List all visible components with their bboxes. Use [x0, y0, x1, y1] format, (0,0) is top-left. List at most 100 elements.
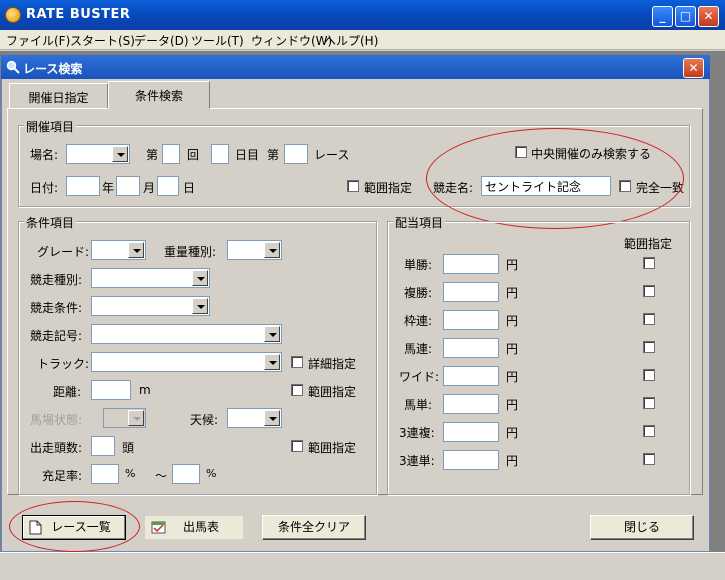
menu-help[interactable]: ヘルプ(H) [324, 32, 378, 49]
year-input[interactable] [66, 176, 100, 196]
payout-input[interactable] [443, 282, 499, 302]
menu-tools[interactable]: ツール(T) [191, 32, 244, 49]
yen-unit: 円 [506, 426, 519, 440]
chevron-down-icon[interactable] [128, 242, 144, 258]
kai-input[interactable] [162, 144, 180, 164]
payout-range-checkbox[interactable] [643, 313, 655, 325]
payout-input[interactable] [443, 310, 499, 330]
race-condition-select[interactable] [91, 296, 210, 316]
payout-input[interactable] [443, 422, 499, 442]
status-bar [0, 552, 725, 580]
day-input[interactable] [157, 176, 179, 196]
payout-range-checkbox[interactable] [643, 369, 655, 381]
weather-label: 天候: [190, 413, 219, 427]
tab-date[interactable]: 開催日指定 [9, 83, 108, 108]
payout-row-label: 3連複: [399, 426, 435, 440]
race-condition-label: 競走条件: [30, 301, 83, 315]
child-title: レース検索 [23, 62, 83, 76]
payout-input[interactable] [443, 366, 499, 386]
detail-spec-checkbox[interactable] [291, 356, 303, 368]
payout-row-label: 単勝: [404, 258, 433, 272]
kaisai-legend: 開催項目 [24, 118, 77, 135]
race-number-input[interactable] [284, 144, 308, 164]
runners-input[interactable] [91, 436, 115, 456]
chevron-down-icon[interactable] [112, 146, 128, 162]
menu-start[interactable]: スタート(S) [70, 32, 135, 49]
weight-type-label: 重量種別: [164, 245, 217, 259]
dai-label: 第 [146, 148, 159, 162]
runners-range-checkbox[interactable] [291, 440, 303, 452]
detail-spec-label: 詳細指定 [308, 357, 357, 371]
payout-input[interactable] [443, 338, 499, 358]
menu-window[interactable]: ウィンドウ(W) [251, 32, 332, 49]
payout-input[interactable] [443, 394, 499, 414]
close-app-button[interactable]: ✕ [698, 6, 719, 27]
kai-label: 回 [187, 148, 200, 162]
distance-range-label: 範囲指定 [308, 385, 357, 399]
payout-range-checkbox[interactable] [643, 285, 655, 297]
month-label: 月 [143, 181, 156, 195]
race-list-button[interactable]: レース一覧 [22, 515, 126, 540]
place-select[interactable] [66, 144, 130, 164]
payout-legend: 配当項目 [393, 214, 446, 231]
distance-input[interactable] [91, 380, 131, 400]
chevron-down-icon[interactable] [264, 242, 280, 258]
payout-range-checkbox[interactable] [643, 257, 655, 269]
minimize-button[interactable]: _ [652, 6, 673, 27]
payout-row-label: ワイド: [399, 370, 440, 384]
menu-data[interactable]: データ(D) [134, 32, 189, 49]
payout-range-checkbox[interactable] [643, 425, 655, 437]
payout-range-checkbox[interactable] [643, 453, 655, 465]
yen-unit: 円 [506, 286, 519, 300]
nichime-input[interactable] [211, 144, 229, 164]
close-window-button[interactable]: ✕ [683, 58, 704, 78]
close-button[interactable]: 閉じる [590, 515, 694, 540]
payout-range-checkbox[interactable] [643, 397, 655, 409]
distance-range-checkbox[interactable] [291, 384, 303, 396]
going-select[interactable] [103, 408, 146, 428]
payout-row-label: 3連単: [399, 454, 435, 468]
runners-range-label: 範囲指定 [308, 441, 357, 455]
weather-select[interactable] [227, 408, 282, 428]
tab-conditions[interactable]: 条件検索 [108, 81, 210, 109]
menu-file[interactable]: ファイル(F) [6, 32, 70, 49]
search-icon [6, 60, 20, 74]
weight-type-select[interactable] [227, 240, 282, 260]
grade-select[interactable] [91, 240, 146, 260]
clear-all-button[interactable]: 条件全クリア [262, 515, 366, 540]
conditions-legend: 条件項目 [24, 214, 77, 231]
fill-rate-label: 充足率: [42, 469, 83, 483]
race-type-select[interactable] [91, 268, 210, 288]
document-icon [29, 520, 42, 535]
chevron-down-icon[interactable] [264, 410, 280, 426]
chevron-down-icon[interactable] [192, 270, 208, 286]
month-input[interactable] [116, 176, 140, 196]
entries-label: 出馬表 [182, 520, 219, 534]
going-label: 馬場状態: [30, 413, 83, 427]
chevron-down-icon[interactable] [264, 354, 280, 370]
yen-unit: 円 [506, 398, 519, 412]
payout-row-label: 枠連: [404, 314, 433, 328]
race-symbol-select[interactable] [91, 324, 282, 344]
track-select[interactable] [91, 352, 282, 372]
track-label: トラック: [37, 357, 90, 371]
chevron-down-icon[interactable] [128, 410, 144, 426]
payout-input[interactable] [443, 450, 499, 470]
yen-unit: 円 [506, 370, 519, 384]
payout-input[interactable] [443, 254, 499, 274]
payout-range-checkbox[interactable] [643, 341, 655, 353]
maximize-button[interactable]: □ [675, 6, 696, 27]
chevron-down-icon[interactable] [192, 298, 208, 314]
race-label: レース [314, 148, 350, 162]
race-symbol-label: 競走記号: [30, 329, 83, 343]
yen-unit: 円 [506, 454, 519, 468]
fill-rate-min-input[interactable] [91, 464, 119, 484]
entries-button[interactable]: 出馬表 [144, 515, 244, 540]
payout-row-label: 複勝: [404, 286, 433, 300]
chevron-down-icon[interactable] [264, 326, 280, 342]
day-label: 日 [183, 181, 196, 195]
date-range-checkbox[interactable] [347, 180, 359, 192]
app-icon [5, 7, 21, 23]
fill-rate-max-input[interactable] [172, 464, 200, 484]
payout-row-label: 馬単: [404, 398, 433, 412]
